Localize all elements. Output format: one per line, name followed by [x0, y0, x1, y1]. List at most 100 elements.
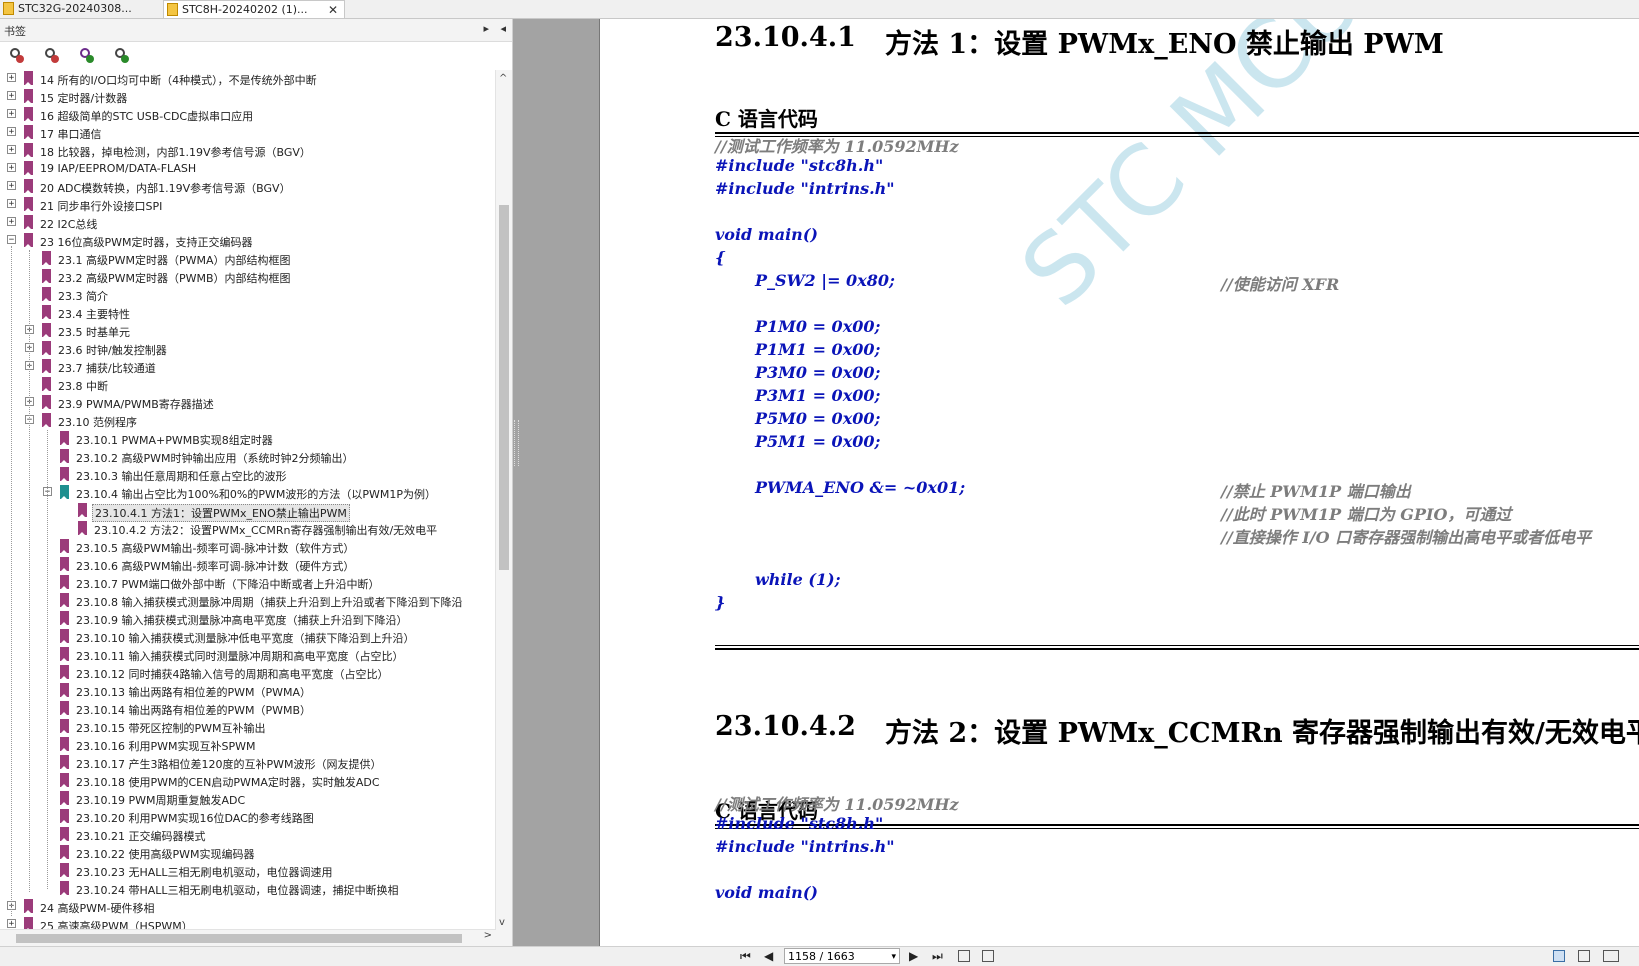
collapse-bookmark-icon[interactable]	[43, 47, 59, 63]
bookmark-label: 17 串口通信	[40, 128, 102, 141]
last-page-button[interactable]: ⏭	[932, 949, 943, 964]
bookmark-icon	[42, 269, 51, 284]
bookmark-icon	[60, 737, 69, 752]
first-page-button[interactable]: ⏮	[740, 949, 751, 964]
bookmark-label: 23.10.4 输出占空比为100%和0%的PWM波形的方法（以PWM1P为例）	[76, 488, 437, 501]
code-comment: //测试工作频率为 11.0592MHz	[715, 137, 959, 156]
code-line: while (1);	[755, 570, 841, 589]
bookmark-toolbar	[0, 42, 512, 68]
bookmark-label: 18 比较器，掉电检测，内部1.19V参考信号源（BGV）	[40, 146, 311, 159]
bookmark-icon	[24, 197, 33, 212]
next-page-button[interactable]: ▶	[909, 949, 918, 963]
expand-icon[interactable]: +	[7, 73, 16, 83]
paste-icon[interactable]	[982, 950, 994, 962]
bookmark-icon	[60, 665, 69, 680]
bookmark-label: 23.10.17 产生3路相位差120度的互补PWM波形（网友提供）	[76, 758, 382, 771]
bookmark-icon	[24, 215, 33, 230]
bookmark-icon	[42, 251, 51, 266]
code-comment: //测试工作频率为 11.0592MHz	[715, 795, 959, 814]
bookmark-icon	[42, 341, 51, 356]
bookmark-label: 23.1 高级PWM定时器（PWMA）内部结构框图	[58, 254, 291, 267]
bookmark-label: 23.4 主要特性	[58, 308, 130, 321]
prev-page-button[interactable]: ◀	[764, 949, 773, 963]
find-bookmark-icon[interactable]	[113, 47, 129, 63]
bookmark-icon	[24, 161, 33, 176]
collapse-panel-icon[interactable]: ◂	[500, 22, 506, 35]
bookmark-icon	[42, 377, 51, 392]
expand-icon[interactable]: +	[7, 109, 16, 119]
bookmark-label: 23.10.6 高级PWM输出-频率可调-脉冲计数（硬件方式）	[76, 560, 355, 573]
code-line: P1M1 = 0x00;	[755, 340, 881, 359]
code-line: #include "intrins.h"	[715, 179, 895, 198]
heading-title: 方法 2：设置 PWMx_CCMRn 寄存器强制输出有效/无效电平	[885, 718, 1639, 749]
bookmarks-vertical-scrollbar[interactable]: ^ v	[495, 70, 512, 946]
code-line: P1M0 = 0x00;	[755, 317, 881, 336]
bookmark-icon	[60, 827, 69, 842]
bookmark-icon	[42, 413, 51, 428]
close-icon[interactable]: ✕	[328, 1, 338, 18]
bookmark-label: 23.10.10 输入捕获模式测量脉冲低电平宽度（捕获下降沿到上升沿）	[76, 632, 415, 645]
bookmark-label: 23.10.8 输入捕获模式测量脉冲周期（捕获上升沿到上升沿或者下降沿到下降沿	[76, 596, 463, 609]
code-comment: //使能访问 XFR	[1221, 275, 1340, 294]
bookmark-label: 16 超级简单的STC USB-CDC虚拟串口应用	[40, 110, 254, 123]
expand-icon[interactable]: +	[7, 919, 16, 929]
code-line: P3M0 = 0x00;	[755, 363, 881, 382]
expand-icon[interactable]: +	[7, 163, 16, 173]
scroll-right-icon[interactable]: >	[484, 930, 492, 941]
bookmark-label: 23.8 中断	[58, 380, 108, 393]
tab-stc32g[interactable]: STC32G-20240308...	[0, 0, 162, 18]
two-page-view-icon[interactable]	[1603, 950, 1619, 962]
collapse-icon[interactable]: −	[7, 235, 16, 245]
heading-number: 23.10.4.2	[715, 711, 856, 742]
copy-icon[interactable]	[958, 950, 970, 962]
bookmark-label: 23.10.5 高级PWM输出-频率可调-脉冲计数（软件方式）	[76, 542, 355, 555]
bookmark-icon	[60, 647, 69, 662]
continuous-view-icon[interactable]	[1578, 950, 1590, 962]
bookmark-label: 23.10.2 高级PWM时钟输出应用（系统时钟2分频输出）	[76, 452, 354, 465]
expand-icon[interactable]: +	[7, 217, 16, 227]
tab-label: STC8H-20240202 (1)...	[182, 3, 308, 16]
chevron-down-icon[interactable]: ▾	[891, 949, 896, 965]
expand-icon[interactable]: +	[7, 91, 16, 101]
bookmark-icon	[60, 863, 69, 878]
bookmarks-horizontal-scrollbar[interactable]: >	[0, 929, 496, 946]
bookmark-label: 23.10.20 利用PWM实现16位DAC的参考线路图	[76, 812, 314, 825]
code-line: {	[715, 248, 726, 267]
goto-bookmark-icon[interactable]	[78, 47, 94, 63]
expand-bookmark-icon[interactable]	[8, 47, 24, 63]
bookmark-label: 20 ADC模数转换，内部1.19V参考信号源（BGV）	[40, 182, 291, 195]
pdf-file-icon	[167, 3, 178, 16]
bookmarks-header: 书签 ▸ ◂	[0, 19, 512, 42]
bookmark-label: 14 所有的I/O口均可中断（4种模式），不是传统外部中断	[40, 74, 317, 87]
bookmark-label: 23.3 简介	[58, 290, 108, 303]
bookmark-icon	[42, 395, 51, 410]
scroll-up-icon[interactable]: ^	[499, 73, 507, 84]
bookmark-label: 23.10.24 带HALL三相无刷电机驱动，电位器调速，捕捉中断换相	[76, 884, 399, 897]
page-number-input[interactable]: 1158 / 1663 ▾	[784, 948, 900, 964]
expand-icon[interactable]: +	[7, 181, 16, 191]
scrollbar-thumb[interactable]	[499, 205, 509, 570]
bookmark-icon	[60, 431, 69, 446]
status-bar: ⏮ ◀ 1158 / 1663 ▾ ▶ ⏭	[0, 946, 1639, 966]
bookmark-icon	[60, 809, 69, 824]
pin-panel-icon[interactable]: ▸	[483, 22, 489, 35]
bookmark-icon	[42, 305, 51, 320]
bookmark-label: 23.10.3 输出任意周期和任意占空比的波形	[76, 470, 287, 483]
panel-splitter[interactable]	[514, 420, 519, 466]
expand-icon[interactable]: +	[7, 145, 16, 155]
code-comment: //直接操作 I/O 口寄存器强制输出高电平或者低电平	[1221, 528, 1592, 547]
tab-stc8h[interactable]: STC8H-20240202 (1)... ✕	[163, 0, 345, 18]
scroll-down-icon[interactable]: v	[499, 917, 505, 928]
bookmark-label: 23.10.9 输入捕获模式测量脉冲高电平宽度（捕获上升沿到下降沿）	[76, 614, 408, 627]
single-page-view-icon[interactable]	[1553, 950, 1565, 962]
bookmark-label: 23.5 时基单元	[58, 326, 130, 339]
bookmark-label: 23.10.23 无HALL三相无刷电机驱动，电位器调速用	[76, 866, 333, 879]
code-comment: //禁止 PWM1P 端口输出	[1221, 482, 1411, 501]
bookmark-label: 23.10 范例程序	[58, 416, 137, 429]
bookmark-label: 23.10.14 输出两路有相位差的PWM（PWMB）	[76, 704, 312, 717]
bookmark-icon	[60, 467, 69, 482]
expand-icon[interactable]: +	[7, 199, 16, 209]
scrollbar-thumb[interactable]	[16, 934, 462, 943]
expand-icon[interactable]: +	[7, 127, 16, 137]
bookmark-icon	[60, 611, 69, 626]
